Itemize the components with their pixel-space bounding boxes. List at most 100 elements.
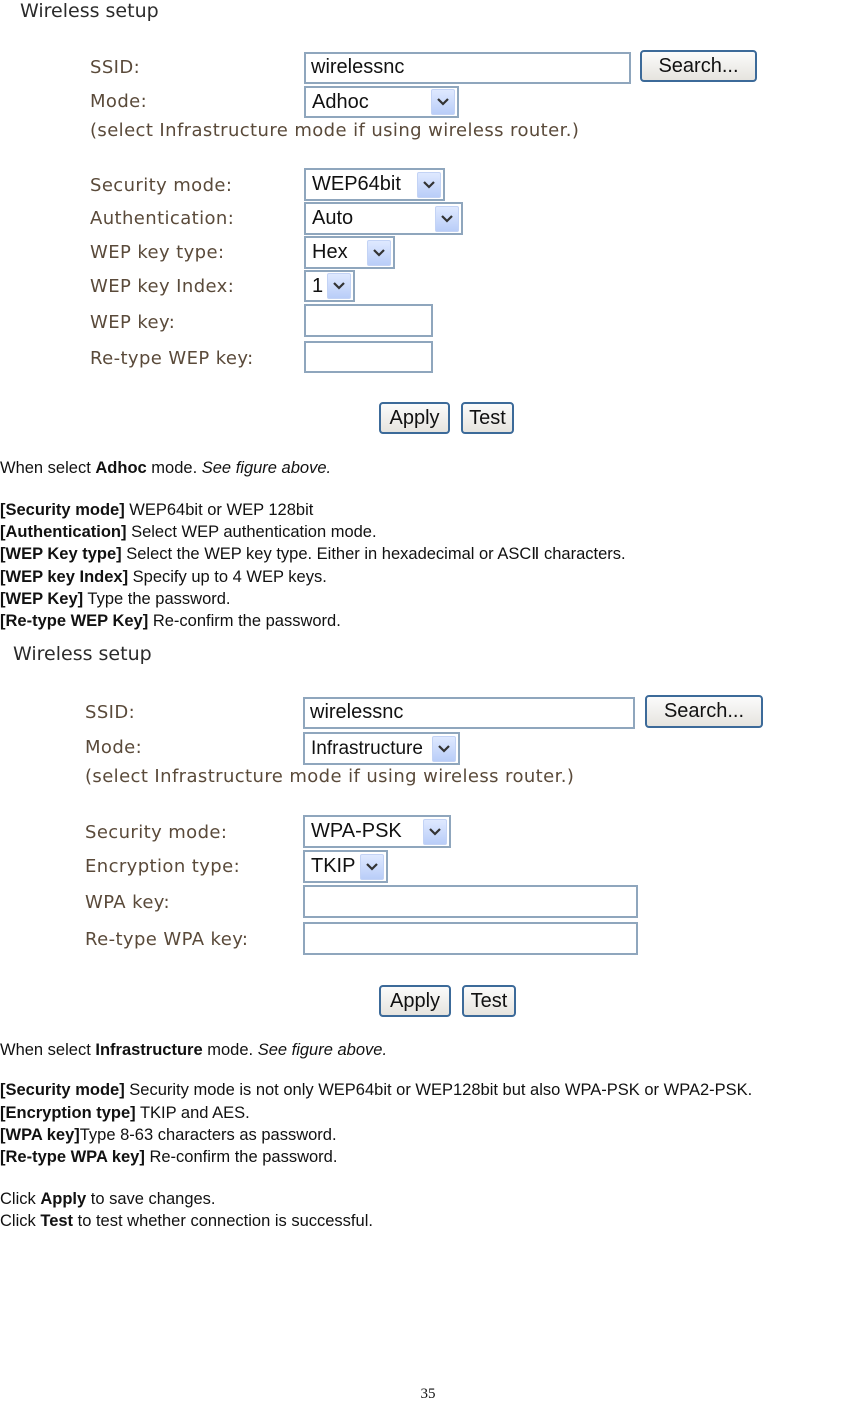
instruction-text: to save changes. [86,1190,216,1208]
desc-text: TKIP and AES. [135,1104,250,1122]
desc-term: [Security mode] [0,501,125,519]
retype-wep-key-input[interactable] [304,341,433,373]
desc-term: [Encryption type] [0,1104,136,1122]
apply-button[interactable]: Apply [379,402,450,434]
desc-text: Security mode is not only WEP64bit or WE… [124,1081,753,1099]
mode-label: Mode: [90,91,148,112]
intro-mode-name: Infrastructure [95,1041,203,1059]
apply-button[interactable]: Apply [379,985,451,1017]
instruction-text: Click [0,1190,41,1208]
desc-item: [Authentication] Select WEP authenticati… [0,522,377,542]
mode-label: Mode: [85,737,143,758]
wep-key-type-select[interactable]: Hex [304,236,395,269]
desc-term: [Security mode] [0,1081,125,1099]
mode-select-value: Adhoc [312,90,369,113]
instruction-term: Test [40,1212,74,1230]
chevron-down-icon[interactable] [431,89,455,115]
instruction-text: to test whether connection is successful… [73,1212,373,1230]
desc-item: [WEP Key type] Select the WEP key type. … [0,544,626,564]
chevron-down-icon[interactable] [435,205,459,232]
desc-term: [WEP key Index] [0,568,129,586]
adhoc-intro: When select Adhoc mode. See figure above… [0,458,331,478]
retype-wpa-key-input[interactable] [303,922,638,955]
desc-term: [WEP Key type] [0,545,122,563]
ssid-input[interactable]: wirelessnc [303,697,635,729]
intro-see-figure: See figure above. [257,1041,388,1059]
retype-wpa-key-label: Re-type WPA key: [85,929,249,950]
intro-mode-name: Adhoc [95,459,147,477]
desc-text: Re-confirm the password. [148,612,341,630]
security-mode-value: WEP64bit [312,173,401,195]
wpa-key-input[interactable] [303,885,638,918]
mode-hint: (select Infrastructure mode if using wir… [90,120,580,141]
desc-item: [WEP key Index] Specify up to 4 WEP keys… [0,567,327,587]
desc-text: Select WEP authentication mode. [126,523,377,541]
mode-select[interactable]: Adhoc [304,86,459,118]
desc-text: Type the password. [83,590,231,608]
chevron-down-icon[interactable] [327,273,351,299]
infrastructure-intro: When select Infrastructure mode. See fig… [0,1040,387,1060]
security-mode-select[interactable]: WPA-PSK [303,815,451,848]
chevron-down-icon[interactable] [423,818,447,845]
desc-term: [Re-type WEP Key] [0,612,149,630]
mode-hint: (select Infrastructure mode if using wir… [85,766,575,787]
desc-text: Type 8-63 characters as password. [79,1126,337,1144]
retype-wep-key-label: Re-type WEP key: [90,348,254,369]
wpa-key-label: WPA key: [85,892,170,913]
ssid-label: SSID: [85,702,136,723]
intro-see-figure: See figure above. [201,459,332,477]
authentication-label: Authentication: [90,208,235,229]
search-button[interactable]: Search... [640,50,757,82]
chevron-down-icon[interactable] [417,171,441,198]
figure-title: Wireless setup [20,0,159,22]
wep-key-index-value: 1 [312,274,324,297]
ssid-input[interactable]: wirelessnc [304,52,631,84]
desc-item: [Security mode] Security mode is not onl… [0,1080,752,1100]
encryption-type-label: Encryption type: [85,856,241,877]
wep-key-label: WEP key: [90,312,176,333]
apply-instruction: Click Apply to save changes. [0,1189,216,1209]
intro-text: When select [0,459,96,477]
authentication-value: Auto [312,207,354,229]
desc-item: [Security mode] WEP64bit or WEP 128bit [0,500,313,520]
desc-item: [Encryption type] TKIP and AES. [0,1103,250,1123]
chevron-down-icon[interactable] [367,239,391,266]
intro-text: mode. [146,459,202,477]
authentication-select[interactable]: Auto [304,202,463,235]
chevron-down-icon[interactable] [432,735,456,762]
mode-select-value: Infrastructure [311,737,423,759]
intro-text: mode. [202,1041,258,1059]
test-instruction: Click Test to test whether connection is… [0,1211,373,1231]
desc-item: [WPA key]Type 8-63 characters as passwor… [0,1125,337,1145]
wep-key-index-label: WEP key Index: [90,276,235,297]
desc-item: [WEP Key] Type the password. [0,589,231,609]
test-button[interactable]: Test [461,402,514,434]
desc-text: Specify up to 4 WEP keys. [128,568,327,586]
security-mode-value: WPA-PSK [311,820,402,842]
test-button[interactable]: Test [462,985,516,1017]
desc-text: Select the WEP key type. Either in hexad… [121,545,626,563]
desc-term: [WEP Key] [0,590,84,608]
wep-key-input[interactable] [304,304,433,337]
intro-text: When select [0,1041,96,1059]
instruction-text: Click [0,1212,41,1230]
chevron-down-icon[interactable] [360,853,384,880]
search-button[interactable]: Search... [645,695,763,728]
security-mode-select[interactable]: WEP64bit [304,168,445,201]
encryption-type-select[interactable]: TKIP [303,850,388,883]
wep-key-index-select[interactable]: 1 [304,270,355,302]
desc-item: [Re-type WEP Key] Re-confirm the passwor… [0,611,341,631]
desc-text: Re-confirm the password. [144,1148,338,1166]
wep-key-type-value: Hex [312,241,348,263]
desc-item: [Re-type WPA key] Re-confirm the passwor… [0,1147,337,1167]
page-number: 35 [420,1386,436,1402]
desc-term: [WPA key] [0,1126,80,1144]
figure-title: Wireless setup [13,643,152,665]
security-mode-label: Security mode: [85,822,228,843]
wep-key-type-label: WEP key type: [90,242,225,263]
desc-text: WEP64bit or WEP 128bit [124,501,314,519]
mode-select[interactable]: Infrastructure [303,732,460,765]
desc-term: [Re-type WPA key] [0,1148,145,1166]
security-mode-label: Security mode: [90,175,233,196]
desc-term: [Authentication] [0,523,127,541]
